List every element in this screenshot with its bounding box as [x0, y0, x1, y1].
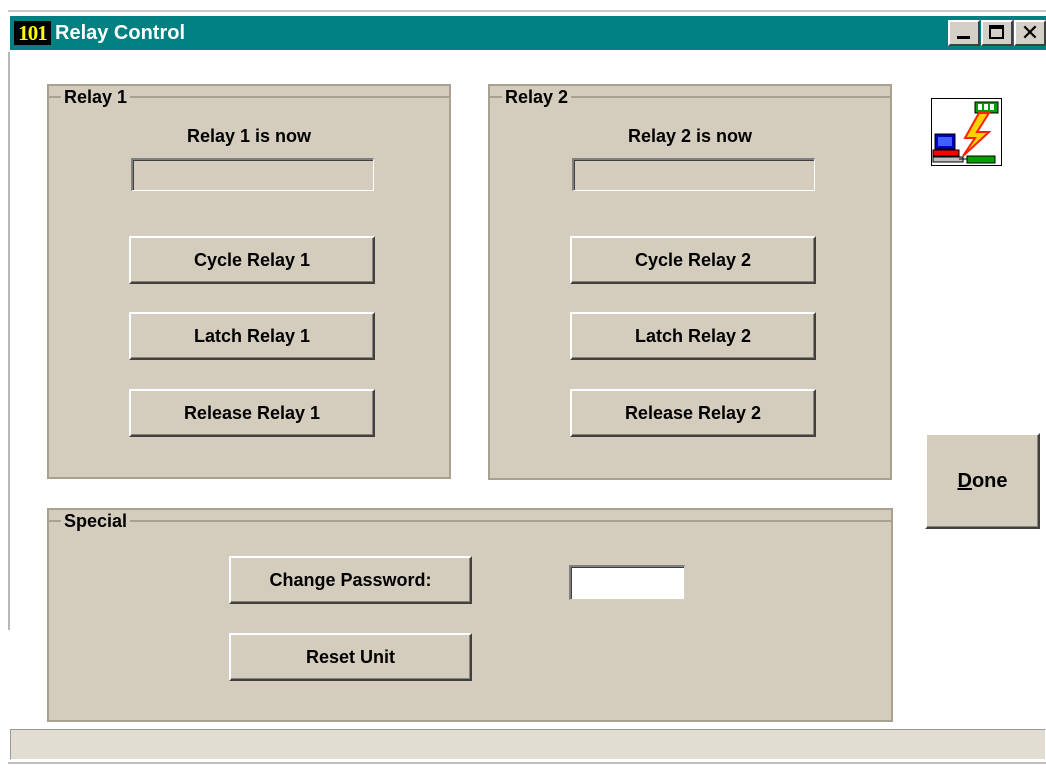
latch-relay-1-button[interactable]: Latch Relay 1 — [129, 312, 375, 360]
close-button[interactable]: ✕ — [1014, 20, 1046, 46]
close-glyph: ✕ — [1020, 20, 1040, 45]
relay-2-group: Relay 2 Relay 2 is now Cycle Relay 2 Lat… — [488, 84, 892, 480]
window-frame-top — [8, 10, 1046, 12]
release-relay-1-button[interactable]: Release Relay 1 — [129, 389, 375, 437]
latch-relay-2-button[interactable]: Latch Relay 2 — [570, 312, 816, 360]
relay-control-window: 101 Relay Control ✕ Relay 1 Relay 1 is n… — [0, 0, 1046, 769]
status-bar — [10, 729, 1046, 760]
special-group-title: Special — [61, 510, 131, 532]
relay-2-status-caption: Relay 2 is now — [627, 126, 753, 146]
window-frame-left — [8, 52, 10, 630]
app-icon[interactable]: 101 — [14, 21, 51, 45]
password-input[interactable] — [569, 565, 685, 600]
special-group: Special Change Password: Reset Unit — [47, 508, 893, 722]
relay-1-group-title: Relay 1 — [61, 86, 131, 108]
relay-2-status-field — [572, 158, 815, 191]
relay-1-status-caption: Relay 1 is now — [186, 126, 312, 146]
cycle-relay-1-button[interactable]: Cycle Relay 1 — [129, 236, 375, 284]
window-title: Relay Control — [55, 22, 186, 44]
done-mnemonic: D — [957, 470, 972, 492]
window-frame-bottom — [8, 762, 1046, 764]
title-bar[interactable]: 101 Relay Control ✕ — [10, 16, 1046, 50]
change-password-button[interactable]: Change Password: — [229, 556, 472, 604]
relay-1-group: Relay 1 Relay 1 is now Cycle Relay 1 Lat… — [47, 84, 451, 479]
release-relay-2-button[interactable]: Release Relay 2 — [570, 389, 816, 437]
minimize-button[interactable] — [948, 20, 980, 46]
minimize-icon — [957, 36, 970, 39]
done-button[interactable]: Done — [925, 433, 1040, 529]
network-relay-icon — [931, 98, 1002, 166]
window-controls: ✕ — [947, 20, 1046, 46]
relay-1-status-field — [131, 158, 374, 191]
close-icon: ✕ — [1016, 22, 1044, 44]
relay-2-group-title: Relay 2 — [502, 86, 572, 108]
cycle-relay-2-button[interactable]: Cycle Relay 2 — [570, 236, 816, 284]
maximize-button[interactable] — [981, 20, 1013, 46]
maximize-icon — [989, 25, 1004, 39]
reset-unit-button[interactable]: Reset Unit — [229, 633, 472, 681]
done-label-rest: one — [971, 470, 1008, 492]
